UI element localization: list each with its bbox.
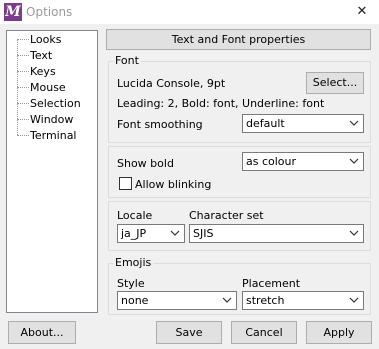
emoji-style-dropdown[interactable]: none xyxy=(117,291,237,310)
emoji-placement-dropdown[interactable]: stretch xyxy=(242,291,364,310)
tree-item-label: Text xyxy=(30,49,53,62)
close-icon[interactable]: ✕ xyxy=(352,3,372,21)
tree-item-label: Terminal xyxy=(30,129,77,142)
cancel-button[interactable]: Cancel xyxy=(231,321,297,344)
font-smoothing-label: Font smoothing xyxy=(117,118,203,131)
apply-button[interactable]: Apply xyxy=(306,321,372,344)
font-name: Lucida Console, 9pt xyxy=(117,77,226,90)
font-smoothing-value: default xyxy=(246,117,285,130)
tree-item-label: Keys xyxy=(30,65,56,78)
tree-item-mouse[interactable]: Mouse xyxy=(7,80,97,95)
show-bold-label: Show bold xyxy=(117,157,174,170)
allow-blinking-label[interactable]: Allow blinking xyxy=(135,178,211,191)
emoji-style-label: Style xyxy=(117,277,145,290)
chevron-down-icon xyxy=(222,297,232,303)
allow-blinking-checkbox[interactable] xyxy=(119,177,132,190)
tree-item-text[interactable]: Text xyxy=(7,48,97,63)
select-font-button[interactable]: Select... xyxy=(306,72,364,94)
options-tree[interactable]: Looks Text Keys Mouse Selection Window T… xyxy=(6,30,98,313)
save-button[interactable]: Save xyxy=(156,321,222,344)
tree-item-label: Selection xyxy=(30,97,81,110)
locale-value: ja_JP xyxy=(121,227,147,240)
font-smoothing-dropdown[interactable]: default xyxy=(242,114,364,133)
tree-item-terminal[interactable]: Terminal xyxy=(7,128,97,143)
locale-dropdown[interactable]: ja_JP xyxy=(117,224,185,243)
chevron-down-icon xyxy=(349,120,359,126)
locale-label: Locale xyxy=(117,209,153,222)
chevron-down-icon xyxy=(349,158,359,164)
tree-item-label: Looks xyxy=(30,33,62,46)
font-info: Leading: 2, Bold: font, Underline: font xyxy=(117,97,325,110)
font-group-label: Font xyxy=(113,54,141,67)
tree-item-selection[interactable]: Selection xyxy=(7,96,97,111)
chevron-down-icon xyxy=(349,297,359,303)
about-button[interactable]: About... xyxy=(8,321,76,344)
chevron-down-icon xyxy=(349,230,359,236)
app-icon: M xyxy=(4,3,22,21)
tree-item-keys[interactable]: Keys xyxy=(7,64,97,79)
chevron-down-icon xyxy=(170,230,180,236)
tree-item-label: Window xyxy=(30,113,74,126)
emoji-style-value: none xyxy=(121,294,149,307)
tree-item-label: Mouse xyxy=(30,81,66,94)
window-title: Options xyxy=(26,5,73,19)
emojis-group-label: Emojis xyxy=(113,256,154,269)
charset-value: SJIS xyxy=(193,227,214,240)
section-header: Text and Font properties xyxy=(106,29,371,50)
charset-dropdown[interactable]: SJIS xyxy=(189,224,364,243)
emoji-placement-label: Placement xyxy=(242,277,301,290)
tree-item-window[interactable]: Window xyxy=(7,112,97,127)
charset-label: Character set xyxy=(189,209,264,222)
emoji-placement-value: stretch xyxy=(246,294,285,307)
show-bold-dropdown[interactable]: as colour xyxy=(242,152,364,171)
tree-item-looks[interactable]: Looks xyxy=(7,32,97,47)
show-bold-value: as colour xyxy=(246,155,297,168)
